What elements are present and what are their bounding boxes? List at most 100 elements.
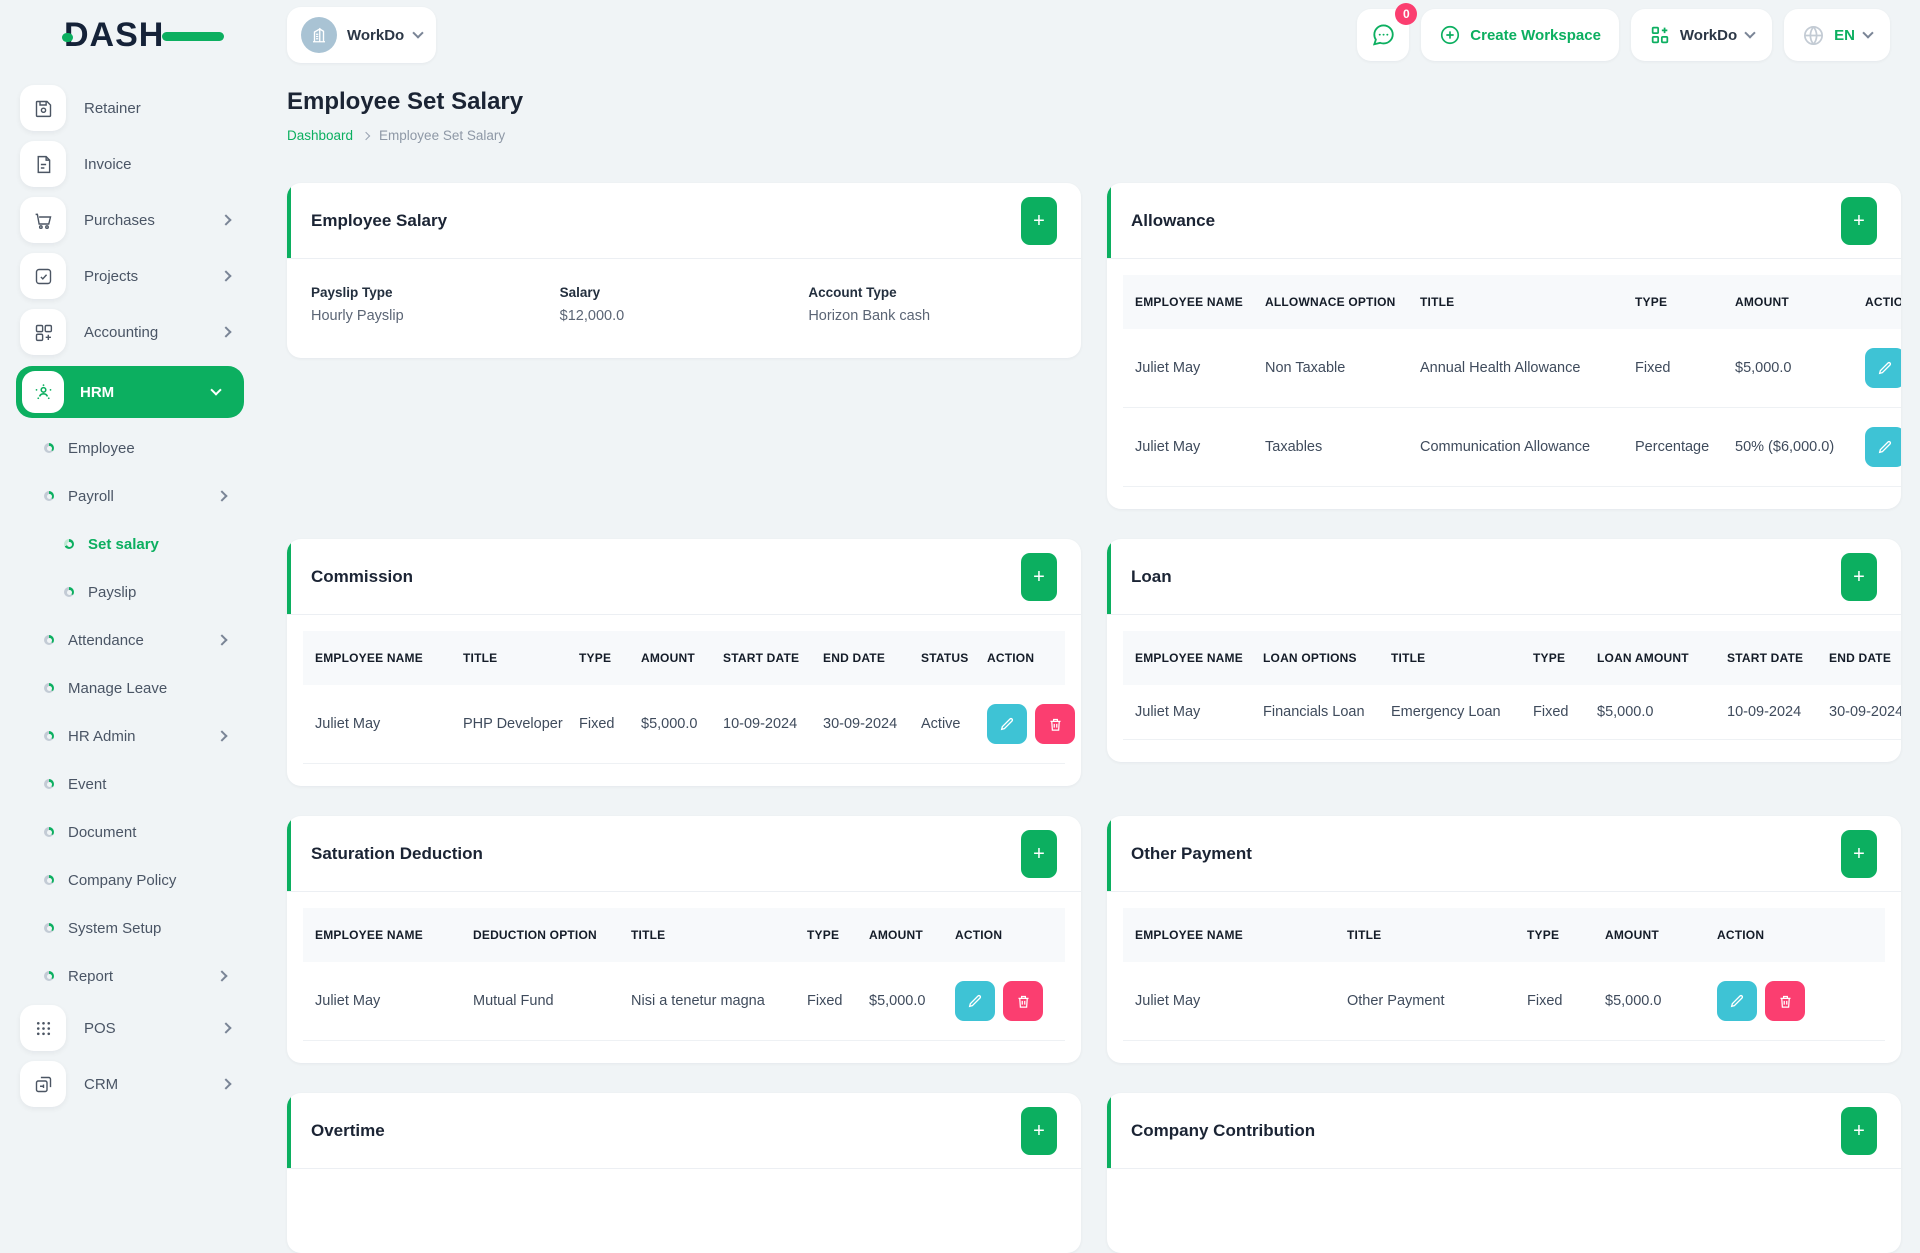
column-header: End Date	[1817, 631, 1901, 685]
pencil-icon	[1878, 361, 1892, 375]
grid-plus-icon	[1651, 26, 1669, 44]
add-overtime-button[interactable]: +	[1021, 1107, 1057, 1155]
sidebar-item-event[interactable]: Event	[0, 760, 260, 808]
chevron-right-icon	[220, 1022, 232, 1034]
table-cell: Juliet May	[303, 962, 461, 1041]
chevron-right-icon	[220, 1078, 232, 1090]
table-cell: 10-09-2024	[711, 685, 811, 764]
column-header: Loan Options	[1251, 631, 1379, 685]
language-dropdown[interactable]: EN	[1784, 9, 1890, 61]
bullet-icon	[44, 731, 54, 741]
invoice-icon	[20, 141, 66, 187]
table-row: Juliet May Non Taxable Annual Health Allow…	[1123, 329, 1901, 408]
card-title: Company Contribution	[1131, 1120, 1316, 1140]
breadcrumb: Dashboard Employee Set Salary	[287, 128, 1901, 143]
add-employee-salary-button[interactable]: +	[1021, 197, 1057, 245]
table-cell: $5,000.0	[1593, 962, 1705, 1041]
sidebar-item-invoice[interactable]: Invoice	[0, 136, 260, 192]
sidebar-item-retainer[interactable]: Retainer	[0, 80, 260, 136]
column-header: Type	[567, 631, 629, 685]
bullet-icon	[44, 875, 54, 885]
workspace-chip[interactable]: WorkDo	[287, 7, 437, 63]
table-cell: Juliet May	[1123, 685, 1251, 740]
page-title: Employee Set Salary	[287, 88, 524, 115]
sidebar-item-hrm[interactable]: HRM	[16, 366, 244, 418]
delete-button[interactable]	[1035, 704, 1075, 744]
sidebar-item-accounting[interactable]: Accounting	[0, 304, 260, 360]
column-header: Title	[619, 908, 795, 962]
add-company-contribution-button[interactable]: +	[1841, 1107, 1877, 1155]
cards-grid: Employee Salary + Payslip Type Hourly Pa…	[287, 183, 1901, 1253]
table-cell: $5,000.0	[857, 962, 943, 1041]
workspace-switcher-dropdown[interactable]: WorkDo	[1630, 9, 1773, 61]
sidebar-item-purchases[interactable]: Purchases	[0, 192, 260, 248]
column-header: Type	[1521, 631, 1585, 685]
sidebar-item-manage-leave[interactable]: Manage Leave	[0, 664, 260, 712]
chevron-down-icon	[1862, 27, 1874, 39]
sidebar-item-system-setup[interactable]: System Setup	[0, 904, 260, 952]
table-cell: Mutual Fund	[461, 962, 619, 1041]
sidebar-item-company-policy[interactable]: Company Policy	[0, 856, 260, 904]
create-workspace-button[interactable]: Create Workspace	[1421, 9, 1619, 61]
sidebar-item-crm[interactable]: CRM	[0, 1056, 260, 1112]
table-cell: Other Payment	[1335, 962, 1515, 1041]
edit-button[interactable]	[1865, 348, 1901, 388]
field-value: Horizon Bank cash	[808, 308, 931, 324]
edit-button[interactable]	[1717, 981, 1757, 1021]
field-label: Payslip Type	[311, 285, 393, 300]
sidebar-item-report[interactable]: Report	[0, 952, 260, 1000]
add-other-payment-button[interactable]: +	[1841, 830, 1877, 878]
chevron-right-icon	[220, 214, 232, 226]
sidebar-item-pos[interactable]: POS	[0, 1000, 260, 1056]
sidebar-item-hr-admin[interactable]: HR Admin	[0, 712, 260, 760]
sidebar-item-projects[interactable]: Projects	[0, 248, 260, 304]
chevron-right-icon	[216, 490, 228, 502]
plus-circle-icon	[1441, 25, 1460, 45]
bullet-icon	[44, 491, 54, 501]
table-cell: 30-09-2024	[1817, 685, 1901, 740]
allowance-table: Employee Name Allownace Option Title Type Am…	[1123, 275, 1901, 487]
row-actions	[975, 685, 1075, 763]
sidebar-item-payslip[interactable]: Payslip	[0, 568, 260, 616]
sidebar-item-payroll[interactable]: Payroll	[0, 472, 260, 520]
table-cell: $5,000.0	[1585, 685, 1715, 740]
table-row: Juliet May Other Payment Fixed $5,000.0	[1123, 962, 1885, 1041]
column-header: Employee Name	[1123, 275, 1253, 329]
breadcrumb-dashboard-link[interactable]: Dashboard	[287, 128, 353, 143]
bullet-icon	[64, 539, 74, 549]
row-actions	[1853, 329, 1901, 407]
cart-icon	[20, 197, 66, 243]
add-loan-button[interactable]: +	[1841, 553, 1877, 601]
column-header: Type	[1623, 275, 1723, 329]
trash-icon	[1018, 995, 1028, 1008]
table-row: Juliet May Mutual Fund Nisi a tenetur magn…	[303, 962, 1065, 1041]
table-cell: 50% ($6,000.0)	[1723, 407, 1853, 487]
card-title: Commission	[311, 566, 414, 586]
edit-button[interactable]	[955, 981, 995, 1021]
add-commission-button[interactable]: +	[1021, 553, 1057, 601]
table-cell: Juliet May	[1123, 962, 1335, 1041]
sidebar-item-set-salary[interactable]: Set salary	[0, 520, 260, 568]
breadcrumb-current: Employee Set Salary	[379, 128, 506, 143]
other-payment-table: Employee Name Title Type Amount Action Juliet…	[1123, 908, 1885, 1041]
delete-button[interactable]	[1765, 981, 1805, 1021]
saturation-deduction-card: Saturation Deduction + Employee Name Dedu…	[287, 816, 1081, 1063]
add-allowance-button[interactable]: +	[1841, 197, 1877, 245]
company-contribution-card: Company Contribution +	[1107, 1093, 1901, 1253]
logo-dash-bar	[162, 32, 224, 41]
column-header: Employee Name	[1123, 631, 1251, 685]
column-header: Employee Name	[303, 631, 451, 685]
pos-icon	[20, 1005, 66, 1051]
commission-table: Employee Name Title Type Amount Start Date En…	[303, 631, 1075, 764]
sidebar-item-document[interactable]: Document	[0, 808, 260, 856]
sidebar-item-attendance[interactable]: Attendance	[0, 616, 260, 664]
add-saturation-deduction-button[interactable]: +	[1021, 830, 1057, 878]
field-value: Hourly Payslip	[311, 308, 404, 324]
sidebar-item-employee[interactable]: Employee	[0, 424, 260, 472]
edit-button[interactable]	[987, 704, 1027, 744]
building-icon	[313, 27, 325, 43]
edit-button[interactable]	[1865, 427, 1901, 467]
column-header: Status	[909, 631, 975, 685]
delete-button[interactable]	[1003, 981, 1043, 1021]
messages-button[interactable]: 0	[1357, 3, 1418, 61]
